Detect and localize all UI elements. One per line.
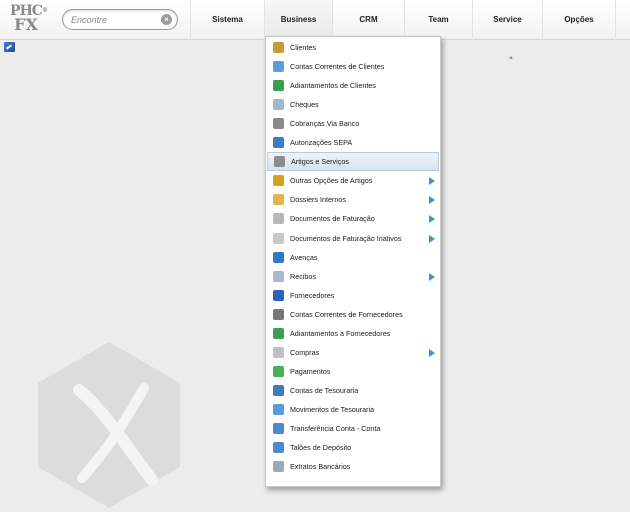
submenu-arrow-icon [429, 196, 435, 205]
menu-item-recibos[interactable]: Recibos [267, 267, 439, 286]
menu-item-label: Talões de Depósito [290, 443, 352, 453]
submenu-arrow-icon [429, 177, 435, 186]
menu-item-transferencia-conta-conta[interactable]: Transferência Conta - Conta [267, 419, 439, 438]
cheque-icon [273, 99, 284, 111]
transfer-card-icon [273, 423, 284, 434]
bottle-icon [273, 175, 284, 187]
payment-money-icon [273, 365, 284, 377]
menu-item-label: Contas Correntes de Fornecedores [290, 309, 403, 319]
sepa-icon [273, 137, 284, 149]
menu-item-dossiers-internos[interactable]: Dossiers Internos [267, 190, 439, 209]
purchases-doc-icon [273, 346, 284, 358]
nav-opcoes[interactable]: Opções [542, 0, 616, 40]
phc-x-watermark-icon [38, 342, 180, 508]
menu-item-compras[interactable]: Compras [267, 343, 439, 362]
business-dropdown-menu: Clientes Contas Correntes de Clientes Adia… [265, 36, 441, 487]
menu-item-label: Autorizações SEPA [290, 138, 353, 148]
supplier-folder-icon [273, 308, 284, 320]
receipt-icon [273, 270, 284, 282]
supplier-user-icon [273, 289, 284, 301]
edit-shortcut-icon[interactable] [4, 42, 15, 52]
bank-statement-icon [273, 461, 284, 473]
inactive-doc-icon [273, 232, 284, 244]
scroll-up-icon: ▲ [508, 55, 514, 61]
menu-item-documentos-de-faturacao[interactable]: Documentos de Faturação [267, 209, 439, 228]
submenu-arrow-icon [429, 272, 435, 281]
menu-item-label: Compras [290, 347, 320, 357]
menu-item-contas-correntes-de-fornecedores[interactable]: Contas Correntes de Fornecedores [267, 305, 439, 324]
menu-item-adiantamentos-a-fornecedores[interactable]: Adiantamentos a Fornecedores [267, 324, 439, 343]
invoice-doc-icon [273, 213, 284, 225]
menu-item-label: Fornecedores [290, 290, 335, 300]
menu-item-autorizacoes-sepa[interactable]: Autorizações SEPA [267, 133, 439, 152]
phc-fx-logo[interactable]: PHC FX ® [4, 4, 48, 35]
menu-item-label: Cheques [290, 100, 319, 110]
nav-service[interactable]: Service [472, 0, 542, 40]
menu-item-label: Extratos Bancários [290, 462, 351, 472]
nav-team[interactable]: Team [404, 0, 472, 40]
menu-item-label: Artigos e Serviços [291, 157, 349, 167]
clear-search-icon[interactable]: × [161, 14, 172, 25]
menu-item-label: Movimentos de Tesouraria [290, 404, 375, 414]
menu-item-movimentos-de-tesouraria[interactable]: Movimentos de Tesouraria [267, 400, 439, 419]
supplier-money-icon [273, 327, 284, 339]
menu-item-cobrancas-via-banco[interactable]: Cobranças Via Banco [267, 114, 439, 133]
menu-item-label: Avenças [290, 252, 318, 262]
menu-item-cheques[interactable]: Cheques [267, 95, 439, 114]
nav-crm[interactable]: CRM [332, 0, 404, 40]
bank-building-icon [273, 118, 284, 130]
menu-item-label: Pagamentos [290, 366, 331, 376]
menu-item-fornecedores[interactable]: Fornecedores [267, 286, 439, 305]
menu-item-label: Recibos [290, 271, 316, 281]
menu-item-taloes-de-deposito[interactable]: Talões de Depósito [267, 438, 439, 457]
menu-item-avencas[interactable]: Avenças [267, 248, 439, 267]
submenu-arrow-icon [429, 234, 435, 243]
treasury-bank-icon [273, 384, 284, 396]
menu-item-label: Adiantamentos a Fornecedores [290, 328, 391, 338]
menu-item-label: Adiantamentos de Clientes [290, 81, 376, 91]
search-box: × [62, 9, 178, 30]
menu-item-label: Documentos de Faturação [290, 214, 375, 224]
menu-item-outras-opcoes-de-artigos[interactable]: Outras Opções de Artigos [267, 171, 439, 190]
folder-icon [273, 61, 284, 73]
articles-box-icon [274, 156, 285, 168]
submenu-arrow-icon [429, 348, 435, 357]
menu-item-label: Documentos de Faturação Inativos [290, 233, 402, 243]
deposit-slip-icon [273, 442, 284, 454]
menu-item-label: Contas Correntes de Clientes [290, 62, 385, 72]
menu-item-pagamentos[interactable]: Pagamentos [267, 362, 439, 381]
search-input[interactable] [71, 13, 159, 27]
nav-sistema[interactable]: Sistema [190, 0, 264, 40]
menu-item-label: Clientes [290, 43, 316, 52]
contract-arrow-icon [273, 251, 284, 263]
money-green-icon [273, 80, 284, 92]
menu-item-label: Contas de Tesouraria [290, 385, 359, 395]
menu-item-label: Outras Opções de Artigos [290, 176, 373, 186]
menu-item-extratos-bancarios[interactable]: Extratos Bancários [267, 457, 439, 476]
menu-item-contas-correntes-de-clientes[interactable]: Contas Correntes de Clientes [267, 57, 439, 76]
menu-item-label: Dossiers Internos [290, 195, 346, 205]
submenu-arrow-icon [429, 215, 435, 224]
menu-item-artigos-e-servicos[interactable]: Artigos e Serviços [267, 152, 439, 172]
menu-item-documentos-de-faturacao-inativos[interactable]: Documentos de Faturação Inativos [267, 229, 439, 248]
top-bar: PHC FX ® × Sistema Business CRM Team Ser… [0, 0, 630, 40]
dossier-icon [273, 194, 284, 206]
menu-item-clientes[interactable]: Clientes [267, 38, 439, 57]
menu-item-label: Transferência Conta - Conta [290, 424, 381, 433]
nav-business[interactable]: Business [264, 0, 332, 40]
menu-item-contas-de-tesouraria[interactable]: Contas de Tesouraria [267, 381, 439, 400]
user-icon [273, 42, 284, 53]
treasury-card-icon [273, 403, 284, 415]
menu-item-adiantamentos-de-clientes[interactable]: Adiantamentos de Clientes [267, 76, 439, 95]
menu-item-label: Cobranças Via Banco [290, 119, 360, 129]
